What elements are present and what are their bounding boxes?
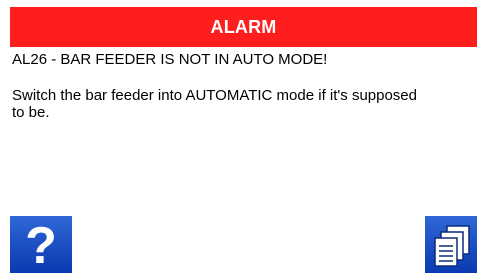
alarm-title: ALARM [210, 16, 277, 37]
documents-stack-icon [434, 225, 470, 267]
alarm-screen: ALARM AL26 - BAR FEEDER IS NOT IN AUTO M… [10, 7, 477, 273]
help-button[interactable]: ? [10, 216, 72, 273]
alarm-header: ALARM [10, 7, 477, 47]
alarm-code-line: AL26 - BAR FEEDER IS NOT IN AUTO MODE! [12, 51, 328, 68]
alarm-log-button[interactable] [425, 216, 477, 273]
alarm-message: Switch the bar feeder into AUTOMATIC mod… [12, 87, 417, 121]
help-question-icon: ? [25, 216, 57, 275]
